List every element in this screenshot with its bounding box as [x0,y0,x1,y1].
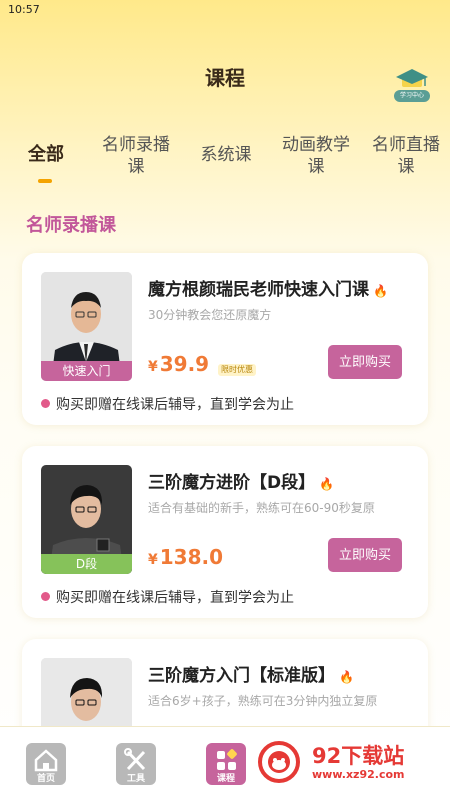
gift-note: 购买即赠在线课后辅导，直到学会为止 [41,394,294,414]
header: 课程 学习中心 [0,22,450,102]
hot-flame-icon: 🔥 [319,477,335,491]
tab-teacher-recorded[interactable]: 名师录播 课 [94,134,178,178]
tools-icon [124,748,146,771]
study-center-label: 学习中心 [399,92,424,99]
tab-label: 名师录播 [102,135,170,155]
course-title: 三阶魔方进阶【D段】 🔥 [148,468,334,493]
buy-now-button[interactable]: 立即购买 [328,538,402,572]
course-price: ¥138.0 [148,545,223,569]
course-title-text: 魔方根颜瑞民老师快速入门课 [148,280,369,300]
watermark-logo: 92下载站 www.xz92.com [254,740,436,784]
currency-symbol: ¥ [148,552,158,568]
course-title: 魔方根颜瑞民老师快速入门课 🔥 [148,275,388,300]
graduation-cap-icon [394,69,430,102]
course-level-tag: D段 [41,554,132,574]
course-subtitle: 适合有基础的新手，熟练可在60-90秒复原 [148,501,375,515]
currency-symbol: ¥ [148,359,158,375]
course-title-text: 三阶魔方进阶【D段】 [148,473,316,493]
nav-label: 首页 [36,774,55,784]
category-tabs: 全部 名师录播 课 系统课 动画教学 课 名师直播 课 [0,128,450,188]
status-bar: 10:57 [0,0,450,22]
tab-all[interactable]: 全部 [26,144,66,166]
tab-active-indicator [38,179,52,183]
page-title: 课程 [205,66,245,90]
tab-label: 动画教学 [282,135,350,155]
watermark-monkey-icon [258,741,300,783]
gift-note: 购买即赠在线课后辅导，直到学会为止 [41,587,294,607]
watermark-url: www.xz92.com [312,768,405,781]
course-icon [217,749,237,770]
course-level-tag: 快速入门 [41,361,132,381]
course-thumbnail: 快速入门 [41,272,132,381]
course-price: ¥39.9 [148,352,209,376]
buy-now-button[interactable]: 立即购买 [328,345,402,379]
nav-tools[interactable]: 工具 [116,743,156,785]
promo-badge: 限时优惠 [218,364,256,376]
course-subtitle: 适合6岁+孩子，熟练可在3分钟内独立复原 [148,694,378,708]
gift-bullet-icon [41,592,50,601]
tab-label: 系统课 [200,145,252,165]
watermark-title: 92下载站 [312,744,405,768]
price-value: 138.0 [159,545,224,569]
tab-label: 名师直播 [372,135,440,155]
gift-bullet-icon [41,399,50,408]
course-thumbnail: D段 [41,465,132,574]
course-title-text: 三阶魔方入门【标准版】 [148,666,335,686]
tab-system-course[interactable]: 系统课 [194,144,258,166]
bottom-tab-bar: 首页 工具 课程 92下载站 www.xz92.com [0,726,450,800]
tab-label: 全部 [28,144,64,165]
course-subtitle: 30分钟教会您还原魔方 [148,308,272,322]
nav-label: 课程 [216,774,235,784]
tab-label: 课 [127,157,145,177]
price-value: 39.9 [159,352,210,376]
hot-flame-icon: 🔥 [373,284,388,298]
tab-animation-course[interactable]: 动画教学 课 [274,134,358,178]
gift-text: 购买即赠在线课后辅导，直到学会为止 [56,397,294,413]
tab-label: 课 [397,157,415,177]
section-title: 名师录播课 [26,215,116,236]
status-time: 10:57 [8,3,40,16]
course-title: 三阶魔方入门【标准版】 🔥 [148,661,354,686]
nav-course[interactable]: 课程 [206,743,246,785]
tab-label: 课 [307,157,325,177]
nav-label: 工具 [126,774,145,784]
course-card[interactable]: D段 三阶魔方进阶【D段】 🔥 适合有基础的新手，熟练可在60-90秒复原 ¥13… [22,446,428,618]
tab-live-course[interactable]: 名师直播 课 [364,134,448,178]
home-icon [34,749,58,772]
gift-text: 购买即赠在线课后辅导，直到学会为止 [56,590,294,606]
nav-home[interactable]: 首页 [26,743,66,785]
study-center-button[interactable]: 学习中心 [394,64,430,110]
course-card[interactable]: 快速入门 魔方根颜瑞民老师快速入门课 🔥 30分钟教会您还原魔方 ¥39.9 限时… [22,253,428,425]
hot-flame-icon: 🔥 [339,670,354,684]
